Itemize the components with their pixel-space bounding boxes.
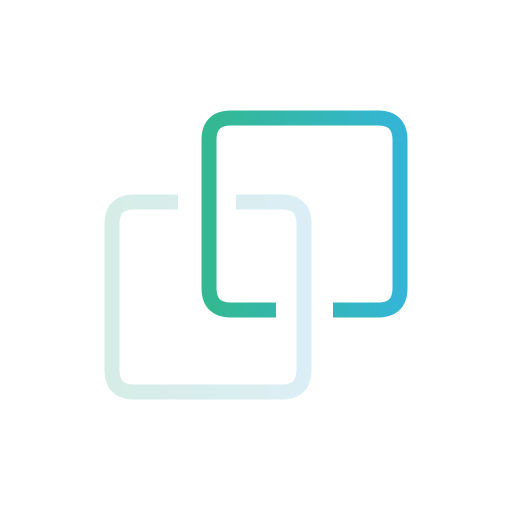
overlapping-squares-icon bbox=[104, 110, 408, 400]
icon-canvas bbox=[0, 0, 512, 512]
